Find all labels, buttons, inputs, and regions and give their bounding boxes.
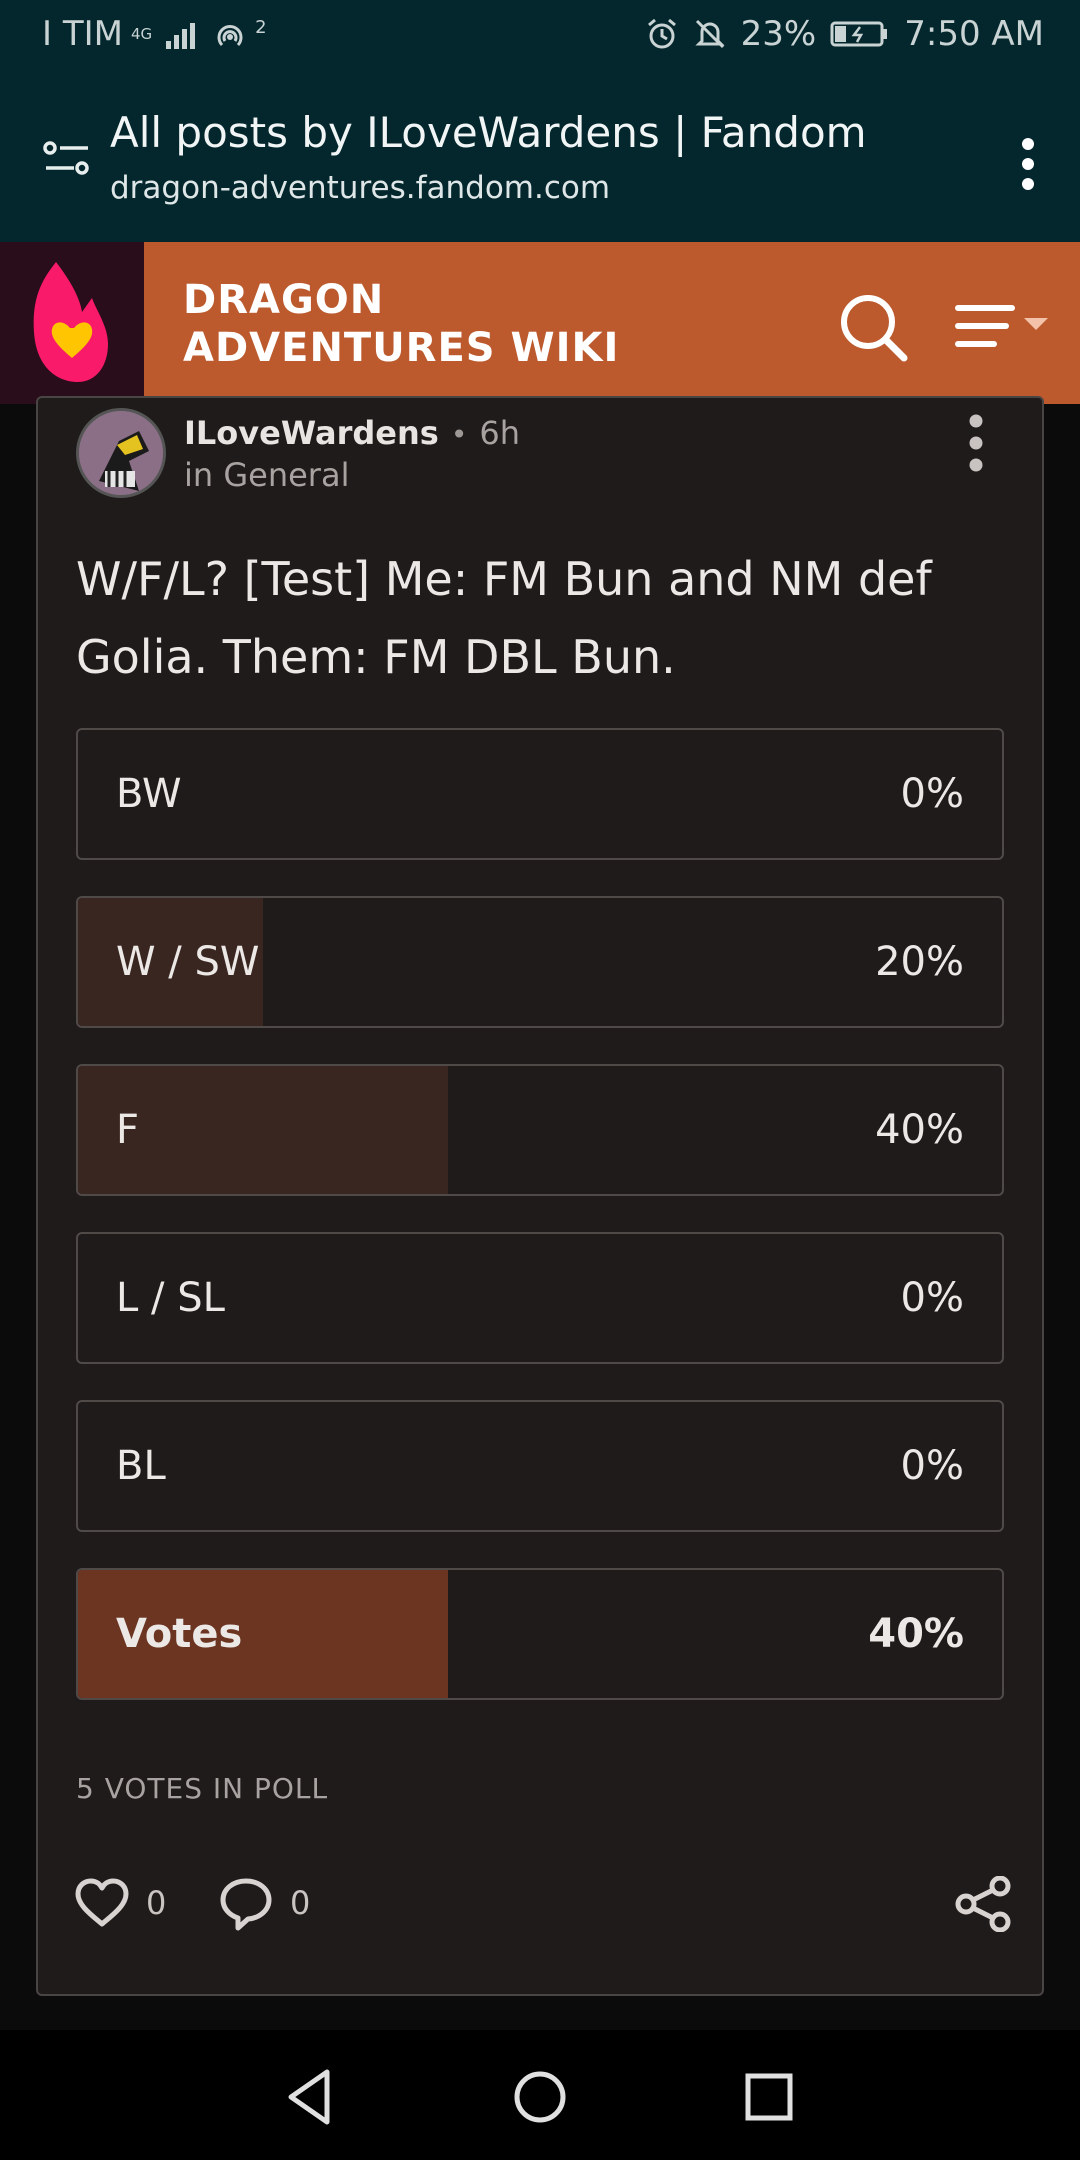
post-title[interactable]: W/F/L? [Test] Me: FM Bun and NM def Goli…	[76, 540, 1016, 696]
poll-option-percent: 0%	[900, 1443, 964, 1489]
status-right: 23% 7:50 AM	[645, 14, 1044, 54]
fandom-flame-heart-icon	[33, 262, 108, 382]
network-type: 4G	[130, 25, 153, 43]
search-icon[interactable]	[836, 290, 910, 364]
fandom-logo[interactable]	[0, 242, 144, 404]
author-avatar[interactable]	[76, 408, 166, 498]
poll-option-label: L / SL	[116, 1275, 225, 1321]
status-left: I TIM 4G 2	[42, 14, 267, 54]
poll-option-percent: 0%	[900, 771, 964, 817]
wiki-name-line2: ADVENTURES WIKI	[183, 325, 620, 371]
hotspot-count: 2	[255, 16, 267, 38]
carrier-name: I TIM	[42, 14, 123, 54]
back-icon[interactable]	[275, 2062, 345, 2132]
hamburger-menu-icon[interactable]	[954, 298, 1054, 358]
post-author[interactable]: ILoveWardens • 6h	[184, 414, 520, 452]
post-actions: 0 0	[74, 1876, 1014, 1936]
home-icon[interactable]	[505, 2062, 575, 2132]
wiki-name[interactable]: DRAGON ADVENTURES WIKI	[183, 276, 619, 372]
poll-option[interactable]: F 40%	[76, 1064, 1004, 1196]
browser-page-title[interactable]: All posts by ILoveWardens | Fandom	[110, 108, 867, 157]
poll-option-label: BW	[116, 771, 182, 817]
muted-bell-icon	[695, 19, 725, 49]
page-info-icon[interactable]	[42, 134, 92, 184]
poll-option-percent: 40%	[868, 1611, 964, 1657]
browser-address-bar: All posts by ILoveWardens | Fandom drago…	[0, 74, 1080, 242]
battery-charging-icon	[830, 21, 888, 47]
clock: 7:50 AM	[904, 14, 1044, 54]
share-icon[interactable]	[954, 1876, 1014, 1932]
poll-option-selected[interactable]: Votes 40%	[76, 1568, 1004, 1700]
battery-percent: 23%	[740, 14, 817, 54]
wiki-name-line1: DRAGON	[183, 277, 385, 323]
post-card: ILoveWardens • 6h in General W/F/L? [Test]…	[36, 396, 1044, 1996]
poll-option[interactable]: BW 0%	[76, 728, 1004, 860]
comment-count: 0	[290, 1884, 311, 1922]
poll-option-label: W / SW	[116, 939, 260, 985]
post-time: 6h	[479, 414, 520, 452]
avatar-image	[79, 411, 163, 495]
separator-dot: •	[450, 418, 468, 451]
poll-option-percent: 0%	[900, 1275, 964, 1321]
signal-icon	[166, 19, 196, 49]
poll-option-label: Votes	[116, 1611, 243, 1657]
system-nav-bar	[0, 2030, 1080, 2160]
hotspot-icon	[217, 25, 243, 47]
content-area: ILoveWardens • 6h in General W/F/L? [Test]…	[0, 396, 1080, 2030]
alarm-icon	[647, 18, 676, 49]
poll: BW 0% W / SW 20% F 40% L / SL 0% BL 0% V…	[76, 728, 1004, 1736]
poll-option[interactable]: L / SL 0%	[76, 1232, 1004, 1364]
post-options-icon[interactable]	[966, 412, 986, 474]
poll-option[interactable]: BL 0%	[76, 1400, 1004, 1532]
poll-option[interactable]: W / SW 20%	[76, 896, 1004, 1028]
poll-vote-count: 5 VOTES IN POLL	[76, 1772, 329, 1805]
heart-icon[interactable]	[74, 1876, 130, 1932]
like-count: 0	[146, 1884, 167, 1922]
poll-option-percent: 40%	[875, 1107, 964, 1153]
browser-url[interactable]: dragon-adventures.fandom.com	[110, 170, 610, 206]
author-name[interactable]: ILoveWardens	[184, 414, 439, 452]
status-bar: I TIM 4G 2 23% 7:50 AM	[0, 0, 1080, 74]
wiki-header: DRAGON ADVENTURES WIKI	[0, 242, 1080, 404]
browser-menu-icon[interactable]	[1018, 136, 1038, 192]
recents-icon[interactable]	[734, 2062, 804, 2132]
comment-icon[interactable]	[218, 1876, 274, 1932]
poll-option-percent: 20%	[875, 939, 964, 985]
post-category[interactable]: in General	[184, 456, 349, 494]
poll-option-label: BL	[116, 1443, 166, 1489]
poll-option-label: F	[116, 1107, 140, 1153]
